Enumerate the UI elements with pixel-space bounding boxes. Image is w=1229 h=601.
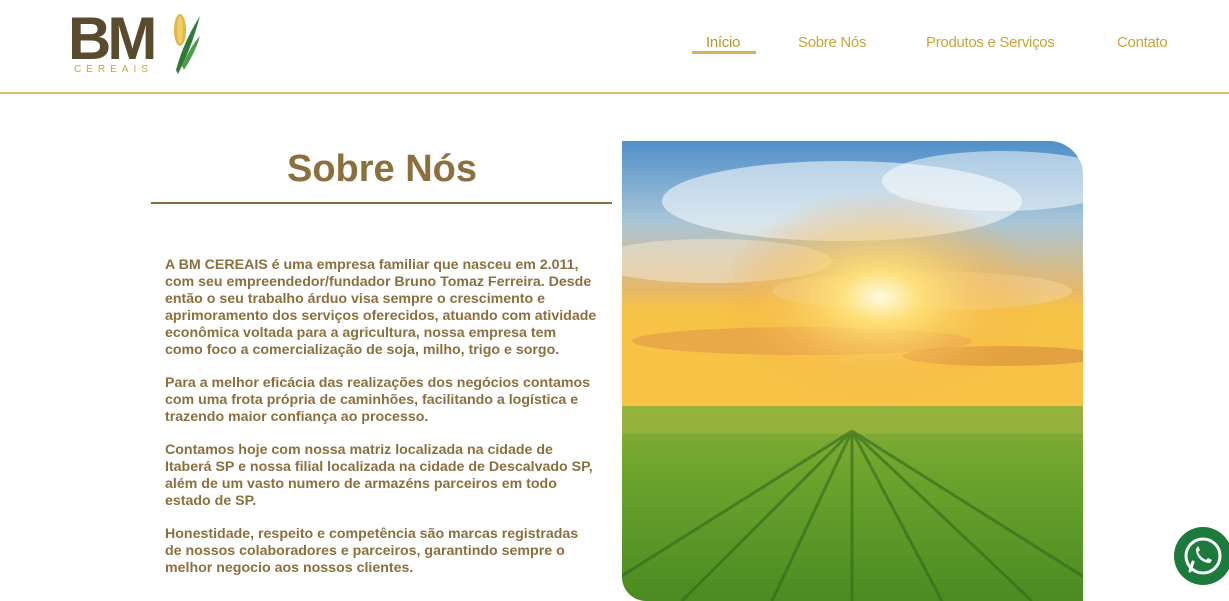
- nav-item-sobre-nos[interactable]: Sobre Nós: [798, 34, 866, 51]
- title-divider: [151, 202, 612, 204]
- nav-item-inicio[interactable]: Início: [706, 34, 740, 51]
- about-paragraph: Para a melhor eficácia das realizações d…: [165, 375, 591, 425]
- about-text: A BM CEREAIS é uma empresa familiar que …: [165, 257, 597, 593]
- about-paragraph: Honestidade, respeito e competência são …: [165, 526, 579, 576]
- whatsapp-button[interactable]: [1174, 527, 1229, 585]
- nav-item-contato[interactable]: Contato: [1117, 34, 1168, 51]
- logo-subtitle: CEREAIS: [74, 64, 153, 75]
- whatsapp-icon: [1184, 537, 1222, 575]
- field-sunrise-illustration: [622, 141, 1083, 601]
- about-paragraph: A BM CEREAIS é uma empresa familiar que …: [165, 257, 597, 358]
- field-sunrise-photo: [622, 141, 1083, 601]
- main-nav: Início Sobre Nós Produtos e Serviços Con…: [0, 34, 1229, 58]
- about-paragraph: Contamos hoje com nossa matriz localizad…: [165, 442, 593, 509]
- section-title: Sobre Nós: [286, 148, 478, 190]
- site-header: BM CEREAIS Início Sobre Nós Produtos e S…: [0, 0, 1229, 94]
- active-nav-indicator: [692, 51, 756, 54]
- nav-item-produtos-servicos[interactable]: Produtos e Serviços: [926, 34, 1055, 51]
